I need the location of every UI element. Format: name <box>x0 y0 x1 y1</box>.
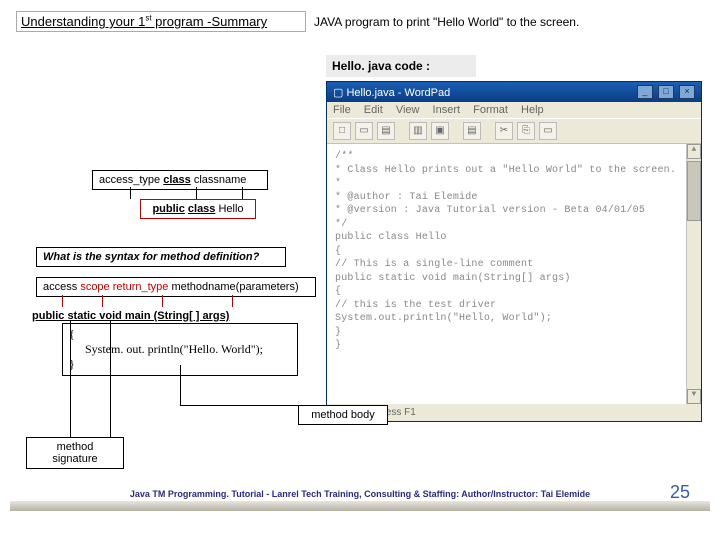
scroll-thumb[interactable] <box>687 161 701 221</box>
code-line: { <box>335 245 693 259</box>
slide-title: Understanding your 1st program -Summary <box>16 11 306 32</box>
code-line: } <box>335 326 693 340</box>
tb-save-icon[interactable]: ▤ <box>377 122 395 140</box>
menu-view[interactable]: View <box>396 104 420 116</box>
wordpad-title: ▢ Hello.java - WordPad <box>333 86 450 99</box>
code-line: /** <box>335 150 693 164</box>
tb-print-icon[interactable]: ▥ <box>409 122 427 140</box>
wordpad-menubar[interactable]: File Edit View Insert Format Help <box>327 102 701 118</box>
tb-paste-icon[interactable]: ▭ <box>539 122 557 140</box>
wordpad-titlebar: ▢ Hello.java - WordPad _ □ × <box>327 82 701 102</box>
tb-open-icon[interactable]: ▭ <box>355 122 373 140</box>
maximize-icon[interactable]: □ <box>658 85 674 99</box>
code-line: } <box>335 339 693 353</box>
menu-help[interactable]: Help <box>521 104 544 116</box>
footer-text: Java TM Programming. Tutorial - Lanrel T… <box>10 489 710 499</box>
annotation-public-class: public class Hello <box>140 199 256 219</box>
annotation-method-signature-label: method signature <box>26 437 124 469</box>
code-line: public class Hello <box>335 231 693 245</box>
code-line: * @version : Java Tutorial version - Bet… <box>335 204 693 218</box>
footer-band <box>10 501 710 511</box>
code-line: public static void main(String[] args) <box>335 272 693 286</box>
code-line: */ <box>335 218 693 232</box>
scrollbar[interactable]: ▲ ▼ <box>686 144 701 404</box>
code-line: System.out.println("Hello, World"); <box>335 312 693 326</box>
wordpad-editor[interactable]: /** * Class Hello prints out a "Hello Wo… <box>327 144 701 404</box>
annotation-method-body-label: method body <box>298 405 388 425</box>
menu-file[interactable]: File <box>333 104 351 116</box>
scroll-down-icon[interactable]: ▼ <box>687 389 701 404</box>
close-icon[interactable]: × <box>679 85 695 99</box>
code-label: Hello. java code : <box>326 55 476 77</box>
menu-format[interactable]: Format <box>473 104 508 116</box>
code-line: // this is the test driver <box>335 299 693 313</box>
code-line: { <box>335 285 693 299</box>
code-line: * Class Hello prints out a "Hello World"… <box>335 164 693 178</box>
wordpad-window: ▢ Hello.java - WordPad _ □ × File Edit V… <box>326 81 702 422</box>
annotation-question: What is the syntax for method definition… <box>36 247 286 267</box>
scroll-up-icon[interactable]: ▲ <box>687 144 701 159</box>
code-line: * <box>335 177 693 191</box>
tb-cut-icon[interactable]: ✂ <box>495 122 513 140</box>
annotation-method-decl: access scope return_type methodname(para… <box>36 277 316 297</box>
tb-find-icon[interactable]: ▤ <box>463 122 481 140</box>
code-line: * @author : Tai Elemide <box>335 191 693 205</box>
window-controls[interactable]: _ □ × <box>635 85 695 99</box>
tb-new-icon[interactable]: □ <box>333 122 351 140</box>
slide-description: JAVA program to print "Hello World" to t… <box>314 15 579 29</box>
menu-edit[interactable]: Edit <box>364 104 383 116</box>
code-line: // This is a single-line comment <box>335 258 693 272</box>
tb-copy-icon[interactable]: ⎘ <box>517 122 535 140</box>
menu-insert[interactable]: Insert <box>433 104 461 116</box>
tb-preview-icon[interactable]: ▣ <box>431 122 449 140</box>
wordpad-toolbar[interactable]: □ ▭ ▤ ▥ ▣ ▤ ✂ ⎘ ▭ <box>327 118 701 144</box>
page-number: 25 <box>670 482 690 503</box>
minimize-icon[interactable]: _ <box>637 85 653 99</box>
